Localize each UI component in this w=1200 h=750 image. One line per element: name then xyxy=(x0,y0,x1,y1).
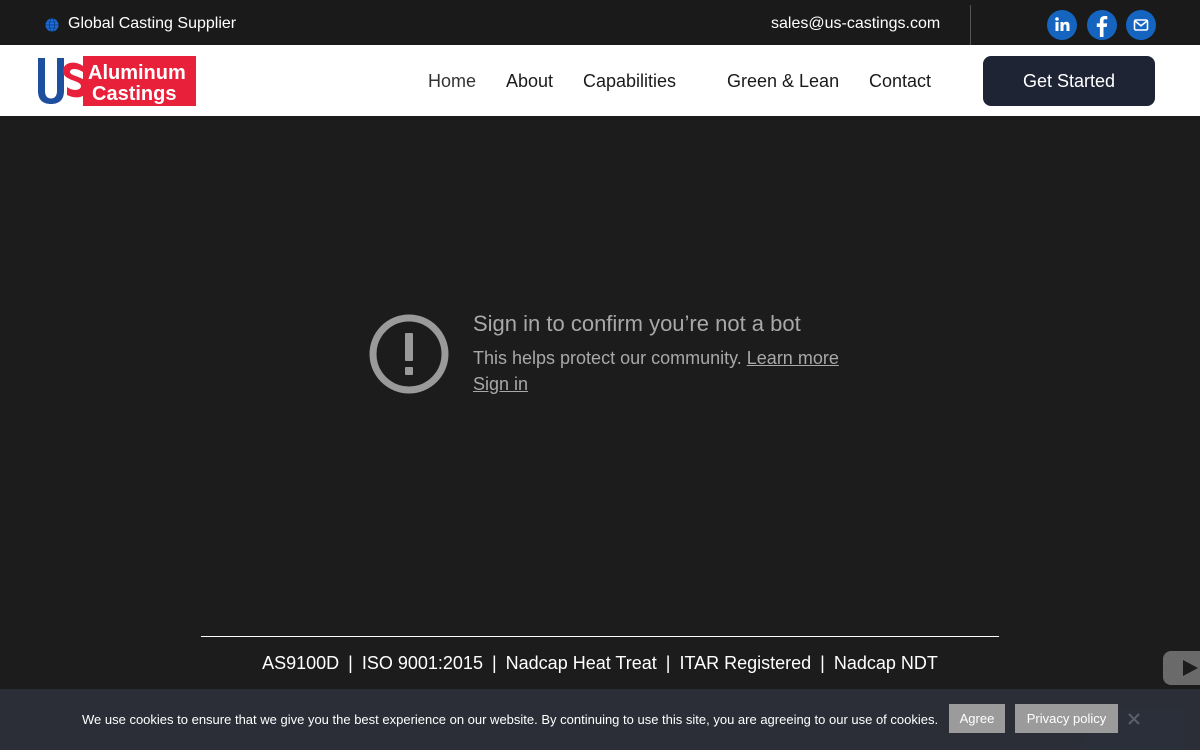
linkedin-button[interactable] xyxy=(1047,10,1077,40)
top-bar: Global Casting Supplier sales@us-casting… xyxy=(0,0,1200,45)
privacy-policy-button[interactable]: Privacy policy xyxy=(1015,704,1118,733)
cookie-message: We use cookies to ensure that we give yo… xyxy=(82,712,939,727)
certifications-list: AS9100D | ISO 9001:2015 | Nadcap Heat Treat |… xyxy=(262,653,938,673)
nav-capabilities[interactable]: Capabilities xyxy=(583,71,676,91)
close-icon[interactable] xyxy=(1127,712,1141,726)
cert-item: Nadcap Heat Treat xyxy=(505,653,657,673)
get-started-button[interactable]: Get Started xyxy=(983,56,1155,106)
mail-icon xyxy=(1133,19,1149,31)
learn-more-link[interactable]: Learn more xyxy=(747,348,839,368)
nav-green-lean[interactable]: Green & Lean xyxy=(727,71,839,91)
email-link[interactable]: sales@us-castings.com xyxy=(771,15,940,33)
cookie-consent-bar: We use cookies to ensure that we give yo… xyxy=(0,689,1200,750)
certifications-divider xyxy=(201,636,999,637)
cert-item: AS9100D xyxy=(262,653,340,673)
cert-item: ISO 9001:2015 xyxy=(361,653,483,673)
cert-item: ITAR Registered xyxy=(679,653,812,673)
agree-button[interactable]: Agree xyxy=(949,704,1005,733)
facebook-button[interactable] xyxy=(1087,10,1117,40)
tagline: Global Casting Supplier xyxy=(68,15,237,32)
nav-about[interactable]: About xyxy=(506,71,553,91)
video-error-text: This helps protect our community. xyxy=(473,348,742,368)
video-play-button[interactable] xyxy=(1163,651,1200,685)
play-icon xyxy=(1183,660,1198,676)
video-error-title: Sign in to confirm you’re not a bot xyxy=(473,311,801,336)
site-logo[interactable]: Aluminum Castings xyxy=(35,56,196,106)
cert-item: Nadcap NDT xyxy=(833,653,938,673)
linkedin-icon xyxy=(1055,17,1070,31)
topbar-divider xyxy=(970,5,971,45)
globe-icon xyxy=(45,18,59,32)
facebook-icon xyxy=(1096,16,1108,37)
site-header: Aluminum Castings Home About Capabilitie… xyxy=(0,45,1200,116)
mail-button[interactable] xyxy=(1126,10,1156,40)
logo-line2: Castings xyxy=(92,83,176,105)
alert-icon xyxy=(369,314,449,394)
video-error-description: This helps protect our community. Learn m… xyxy=(473,348,839,368)
sign-in-link[interactable]: Sign in xyxy=(473,374,528,394)
logo-line1: Aluminum xyxy=(88,62,186,84)
nav-contact[interactable]: Contact xyxy=(869,71,931,91)
nav-home[interactable]: Home xyxy=(428,71,476,91)
